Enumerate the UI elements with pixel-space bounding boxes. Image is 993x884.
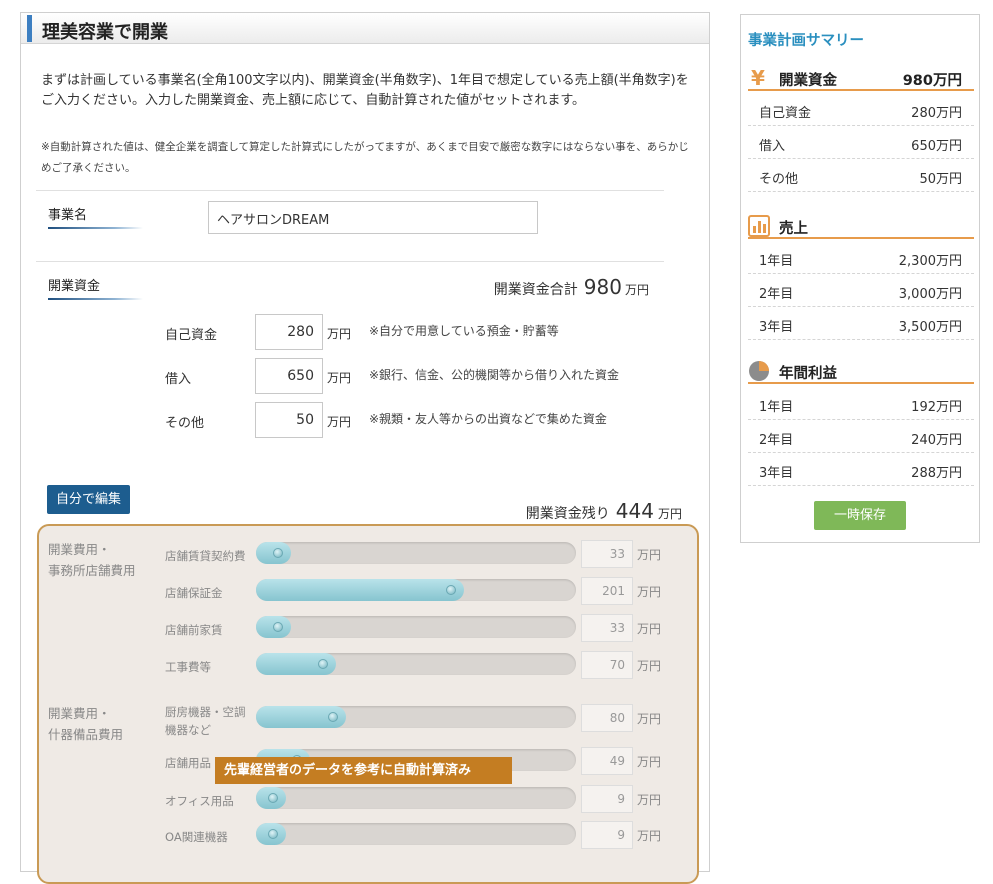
unit-label: 万円: [637, 829, 662, 843]
slider-handle[interactable]: [318, 659, 328, 669]
summary-sidebar: 事業計画サマリー ¥ 開業資金 980万円 自己資金 280万円 借入 650万円 …: [740, 14, 980, 543]
header-accent-bar: [27, 15, 32, 42]
summary-row: 自己資金 280万円: [748, 93, 974, 126]
summary-row: 3年目 3,500万円: [748, 307, 974, 340]
expense-slider-row: オフィス用品 9 万円: [165, 785, 685, 813]
slider-handle[interactable]: [446, 585, 456, 595]
funds-remaining-value: 444: [615, 499, 654, 523]
funds-total: 開業資金合計 980 万円: [493, 275, 649, 299]
divider: [36, 190, 664, 191]
expense-label: 店舗賃貸契約費: [165, 549, 246, 563]
intro-text: まずは計画している事業名(全角100文字以内)、開業資金(半角数字)、1年目で想…: [41, 73, 689, 108]
slider-track[interactable]: [256, 787, 576, 809]
slider-handle[interactable]: [328, 712, 338, 722]
unit-label: 万円: [637, 622, 662, 636]
business-name-input[interactable]: ヘアサロンDREAM: [208, 201, 538, 234]
slider-handle[interactable]: [268, 829, 278, 839]
svg-text:¥: ¥: [751, 67, 765, 89]
yen-icon: ¥: [751, 67, 765, 89]
page-title: 理美容業で開業: [42, 22, 168, 43]
expense-value-field[interactable]: 9: [581, 785, 633, 813]
summary-row: 1年目 2,300万円: [748, 241, 974, 274]
summary-row: 3年目 288万円: [748, 453, 974, 486]
slider-handle[interactable]: [273, 548, 283, 558]
summary-title: 事業計画サマリー: [748, 33, 864, 49]
funds-label: 開業資金: [48, 275, 143, 300]
fund-row-loan: 借入 650 万円 ※銀行、信金、公的機関等から借り入れた資金: [165, 358, 665, 394]
label-underline: [48, 298, 143, 300]
expense-slider-row: OA関連機器 9 万円: [165, 821, 685, 849]
expense-label: OA関連機器: [165, 830, 228, 844]
summary-row: 2年目 3,000万円: [748, 274, 974, 307]
expense-value-field[interactable]: 70: [581, 651, 633, 679]
unit-label: 万円: [637, 712, 662, 726]
expense-label: 厨房機器・空調機器など: [165, 705, 246, 737]
summary-funds-heading: ¥ 開業資金 980万円: [748, 67, 974, 91]
expense-slider-row: 工事費等 70 万円: [165, 651, 685, 679]
auto-calculated-tooltip: 先輩経営者のデータを参考に自動計算済み: [215, 757, 512, 784]
business-name-label: 事業名: [48, 204, 143, 229]
bar-chart-icon: [748, 215, 770, 237]
expense-label: オフィス用品: [165, 794, 234, 808]
expense-value-field[interactable]: 80: [581, 704, 633, 732]
group-label-store: 開業費用・ 事務所店舗費用: [48, 542, 136, 578]
funds-remaining: 開業資金残り 444 万円: [525, 499, 682, 523]
disclaimer-note: ※自動計算された値は、健全企業を調査して算定した計算式にしたがってますが、あくま…: [41, 141, 689, 174]
expense-slider-row: 厨房機器・空調機器など 80 万円: [165, 704, 685, 737]
unit-label: 万円: [637, 659, 662, 673]
unit-label: 万円: [637, 548, 662, 562]
main-panel: 理美容業で開業 まずは計画している事業名(全角100文字以内)、開業資金(半角数…: [20, 12, 710, 884]
expense-label: 店舗前家賃: [165, 623, 223, 637]
temporary-save-button[interactable]: 一時保存: [814, 501, 906, 530]
slider-track[interactable]: [256, 579, 576, 601]
expense-value-field[interactable]: 49: [581, 747, 633, 775]
fund-row-own: 自己資金 280 万円 ※自分で用意している預金・貯蓄等: [165, 314, 665, 350]
summary-row: 2年目 240万円: [748, 420, 974, 453]
slider-handle[interactable]: [273, 622, 283, 632]
panel-header: 理美容業で開業: [21, 13, 709, 44]
expense-slider-row: 店舗保証金 201 万円: [165, 577, 685, 605]
slider-track[interactable]: [256, 706, 576, 728]
expense-slider-row: 店舗賃貸契約費 33 万円: [165, 540, 685, 568]
summary-profit-heading: 年間利益: [748, 360, 974, 384]
expense-value-field[interactable]: 33: [581, 614, 633, 642]
fund-row-other: その他 50 万円 ※親類・友人等からの出資などで集めた資金: [165, 402, 665, 438]
expense-value-field[interactable]: 9: [581, 821, 633, 849]
unit-label: 万円: [637, 585, 662, 599]
other-funds-input[interactable]: 50: [255, 402, 323, 438]
slider-track[interactable]: [256, 823, 576, 845]
expense-slider-row: 店舗前家賃 33 万円: [165, 614, 685, 642]
slider-track[interactable]: [256, 542, 576, 564]
divider: [36, 261, 664, 262]
own-funds-input[interactable]: 280: [255, 314, 323, 350]
slider-fill: [256, 579, 464, 601]
expense-value-field[interactable]: 201: [581, 577, 633, 605]
loan-input[interactable]: 650: [255, 358, 323, 394]
slider-track[interactable]: [256, 616, 576, 638]
expense-label: 店舗用品: [165, 756, 211, 770]
summary-sales-heading: 売上: [748, 215, 974, 239]
unit-label: 万円: [637, 755, 662, 769]
unit-label: 万円: [637, 793, 662, 807]
summary-row: その他 50万円: [748, 159, 974, 192]
expense-label: 工事費等: [165, 660, 211, 674]
slider-track[interactable]: [256, 653, 576, 675]
summary-row: 1年目 192万円: [748, 387, 974, 420]
label-underline: [48, 227, 143, 229]
group-label-equipment: 開業費用・ 什器備品費用: [48, 706, 124, 742]
expense-value-field[interactable]: 33: [581, 540, 633, 568]
summary-row: 借入 650万円: [748, 126, 974, 159]
edit-manually-button[interactable]: 自分で編集: [47, 485, 130, 514]
expense-sliders-panel: 開業費用・ 事務所店舗費用 開業費用・ 什器備品費用 店舗賃貸契約費 33 万円 店舗…: [37, 524, 699, 884]
slider-handle[interactable]: [268, 793, 278, 803]
pie-chart-icon: [749, 361, 769, 381]
expense-label: 店舗保証金: [165, 586, 223, 600]
funds-total-value: 980: [583, 275, 622, 299]
